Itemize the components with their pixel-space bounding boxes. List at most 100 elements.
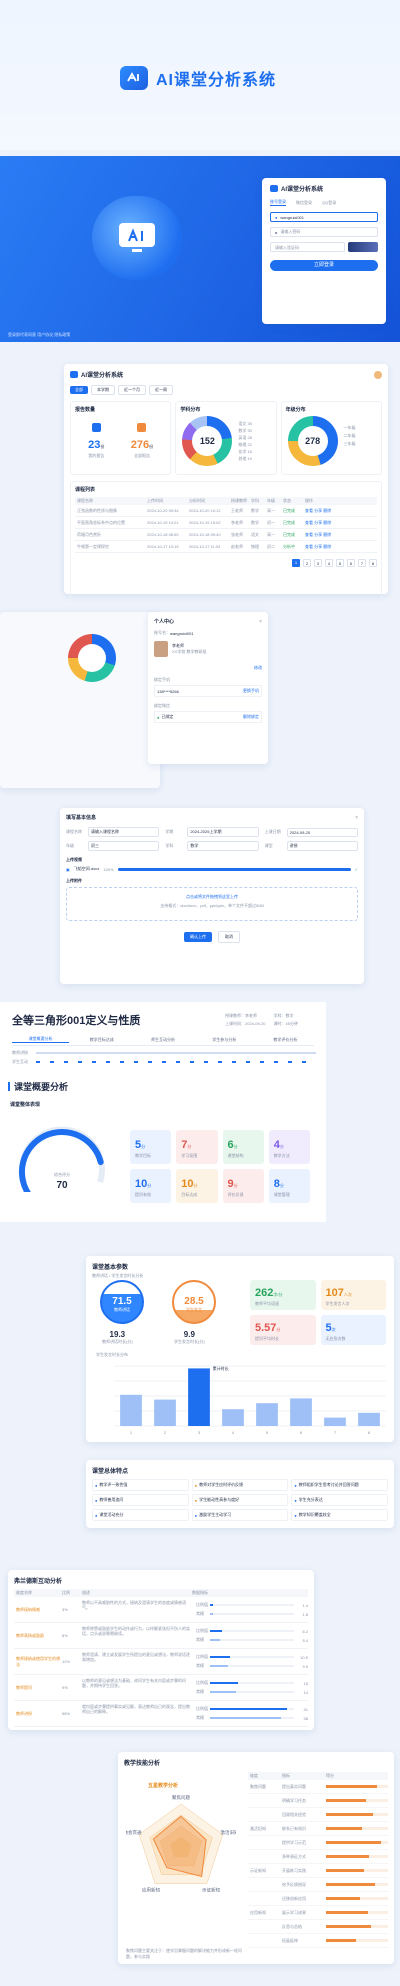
table-cell: 物理 xyxy=(251,543,259,549)
x-tick-label: 2 xyxy=(164,1430,167,1435)
tab-wechat-login[interactable]: 微信登录 xyxy=(296,200,312,206)
save-button[interactable]: 修改 xyxy=(154,665,262,671)
list-col-header: 状态 xyxy=(283,498,291,503)
tab-account-login[interactable]: 账号登录 xyxy=(270,199,286,206)
table-cell: 语文 xyxy=(251,531,259,537)
page-3[interactable]: 3 xyxy=(314,559,322,567)
filter-all[interactable]: 全部 xyxy=(70,386,88,394)
my-report-icon xyxy=(91,423,101,432)
drop-zone[interactable]: 点击或将文件拖拽到这里上传 支持格式：doc/docx、pdf、ppt/pptx… xyxy=(66,887,358,921)
list-col-header: 年级 xyxy=(267,498,275,503)
skill-row: 反思与总结 xyxy=(248,1920,388,1934)
feature-item: ● 教师组织学生思考讨论并回答问题 xyxy=(291,1479,388,1491)
table-cell: 正弦函数的性质与图像 xyxy=(77,507,117,513)
check-icon: ● xyxy=(95,1482,98,1488)
login-section: 登录即代表同意 用户协议 隐私政策 AI课堂分析系统 账号登录 微信登录 QQ登… xyxy=(0,156,400,342)
page-7[interactable]: 7 xyxy=(358,559,366,567)
bar[interactable] xyxy=(154,1399,176,1426)
page-4[interactable]: 4 xyxy=(325,559,333,567)
subject-card: 学科分布 152 语文 35 数学 30 英语 28 物理 22 化学 18 其他 19 xyxy=(175,401,277,475)
table-cell: 2024-10-18 09:40 xyxy=(189,532,221,537)
skill-bar xyxy=(326,1883,375,1886)
interaction-row: 教师讲授 58% 就内容或步骤提供事实或见解，表达教师自己的观念，提出教师自己的解释… xyxy=(14,1701,308,1727)
metric-bar xyxy=(210,1691,237,1693)
upload-field[interactable]: 课程名称 请输入课程名称 xyxy=(66,827,160,837)
table-cell: 已完成 xyxy=(283,507,295,513)
captcha-image[interactable] xyxy=(348,242,378,252)
avatar[interactable] xyxy=(374,370,382,379)
bar[interactable] xyxy=(358,1412,380,1426)
tab-report-2[interactable]: 师生互动分析 xyxy=(134,1037,191,1043)
table-cell[interactable]: 查看 分享 删除 xyxy=(303,532,343,538)
page-6[interactable]: 6 xyxy=(347,559,355,567)
upload-field[interactable]: 年级 初三 xyxy=(66,841,160,851)
login-card: AI课堂分析系统 账号登录 微信登录 QQ登录 ● wangruixi001 ■ 请… xyxy=(262,178,386,324)
hero-header: AI课堂分析系统 xyxy=(0,0,400,150)
phone-value: 138****5266 xyxy=(157,688,179,694)
tab-report-4[interactable]: 教学评价分析 xyxy=(257,1037,314,1043)
score-tile: 10分 提问有效 xyxy=(130,1169,172,1203)
page-8[interactable]: 8 xyxy=(369,559,377,567)
report-count-card: 报告数量 23份 我的报告 276份 全部报告 xyxy=(70,401,172,475)
page-5[interactable]: 5 xyxy=(336,559,344,567)
tab-report-3[interactable]: 学生参与分析 xyxy=(196,1037,253,1043)
app-logo-icon xyxy=(120,66,148,90)
upload-field[interactable]: 课型 讲授 xyxy=(265,841,358,851)
basic-stats: 262字/分 教师平均语速 107人次 学生发言人次 5.57分 提问平均时长 5次 无应答次… xyxy=(250,1280,386,1345)
bar[interactable] xyxy=(120,1394,142,1426)
check-icon: ● xyxy=(194,1482,198,1488)
cancel-button[interactable]: 取消 xyxy=(218,931,240,943)
change-phone-link[interactable]: 更换手机 xyxy=(243,688,259,694)
upload-close-icon[interactable]: × xyxy=(355,815,358,821)
bar[interactable] xyxy=(290,1398,312,1426)
login-button[interactable]: 立即登录 xyxy=(270,260,378,271)
metric-bar xyxy=(210,1708,287,1710)
filter-month[interactable]: 近一个月 xyxy=(118,385,146,395)
tab-report-0[interactable]: 课堂概要分析 xyxy=(12,1036,70,1043)
filter-term[interactable]: 本学期 xyxy=(91,385,115,395)
table-row[interactable]: 平面直角坐标系中点的位置 2024-10-19 14:21 2024-10-19 1… xyxy=(75,517,377,529)
table-cell: 初一 xyxy=(267,519,275,525)
bar[interactable] xyxy=(188,1368,210,1426)
page-2[interactable]: 2 xyxy=(303,559,311,567)
check-icon: ● xyxy=(95,1497,98,1503)
table-row[interactable]: 牛顿第一定律探究 2024-10-17 10:15 2024-10-17 11:03… xyxy=(75,541,377,553)
course-list: 课程列表 课程名称 上传时间 分析时间 授课教师 学科 年级 状态 操作 正弦函数的性质与图像… xyxy=(70,481,382,603)
page-1[interactable]: 1 xyxy=(292,559,300,567)
table-cell: 初二 xyxy=(267,543,275,549)
bar[interactable] xyxy=(324,1417,346,1426)
unbind-link[interactable]: 解除绑定 xyxy=(243,714,259,720)
metric-bar xyxy=(210,1717,281,1719)
x-tick-label: 4 xyxy=(232,1430,235,1435)
table-row[interactable]: 正弦函数的性质与图像 2024-10-20 09:34 2024-10-20 10:… xyxy=(75,505,377,517)
bar[interactable] xyxy=(222,1409,244,1426)
upload-field[interactable]: 学期 2024-2025上学期 xyxy=(165,827,259,837)
upload-modal: 填写基本信息 × 课程名称 请输入课程名称 学期 2024-2025上学期 上课日期 202… xyxy=(60,808,364,984)
skill-bar xyxy=(326,1799,366,1802)
filter-week[interactable]: 近一周 xyxy=(149,385,173,395)
table-cell[interactable]: 查看 分享 删除 xyxy=(303,544,343,550)
tab-qq-login[interactable]: QQ登录 xyxy=(322,200,336,206)
skill-bar xyxy=(326,1855,370,1858)
check-icon: ● xyxy=(294,1512,297,1518)
metric-bar xyxy=(210,1613,214,1615)
tab-report-1[interactable]: 教学目标达成 xyxy=(73,1037,130,1043)
chart-tooltip: 累计时长 xyxy=(213,1365,229,1371)
username-field[interactable]: ● wangruixi001 xyxy=(270,212,378,222)
confirm-upload-button[interactable]: 确认上传 xyxy=(184,932,212,942)
captcha-field[interactable]: 请输入验证码 xyxy=(270,242,345,252)
upload-field[interactable]: 上课日期 2024-09-20 xyxy=(265,827,358,837)
list-col-header: 分析时间 xyxy=(189,498,205,503)
bar[interactable] xyxy=(256,1403,278,1426)
profile-avatar xyxy=(154,641,168,657)
skill-card: 教学技能分析 五星教学分析 聚焦问题激活旧知示证新知应用新知融会贯通 聚焦问题主… xyxy=(118,1752,394,1964)
table-cell: 分析中 xyxy=(283,543,295,549)
password-field[interactable]: ■ 请输入密码 xyxy=(270,227,378,237)
table-row[interactable]: 荷塘月色赏析 2024-10-18 08:50 2024-10-18 09:40 张老… xyxy=(75,529,377,541)
upload-field[interactable]: 学科 数学 xyxy=(165,841,259,851)
table-cell[interactable]: 查看 分享 删除 xyxy=(303,520,343,526)
table-cell[interactable]: 查看 分享 删除 xyxy=(303,508,343,514)
feature-item: ● 教学知识覆盖较全 xyxy=(291,1509,388,1521)
x-tick-label: 7 xyxy=(334,1430,337,1435)
close-icon[interactable]: × xyxy=(259,619,262,625)
